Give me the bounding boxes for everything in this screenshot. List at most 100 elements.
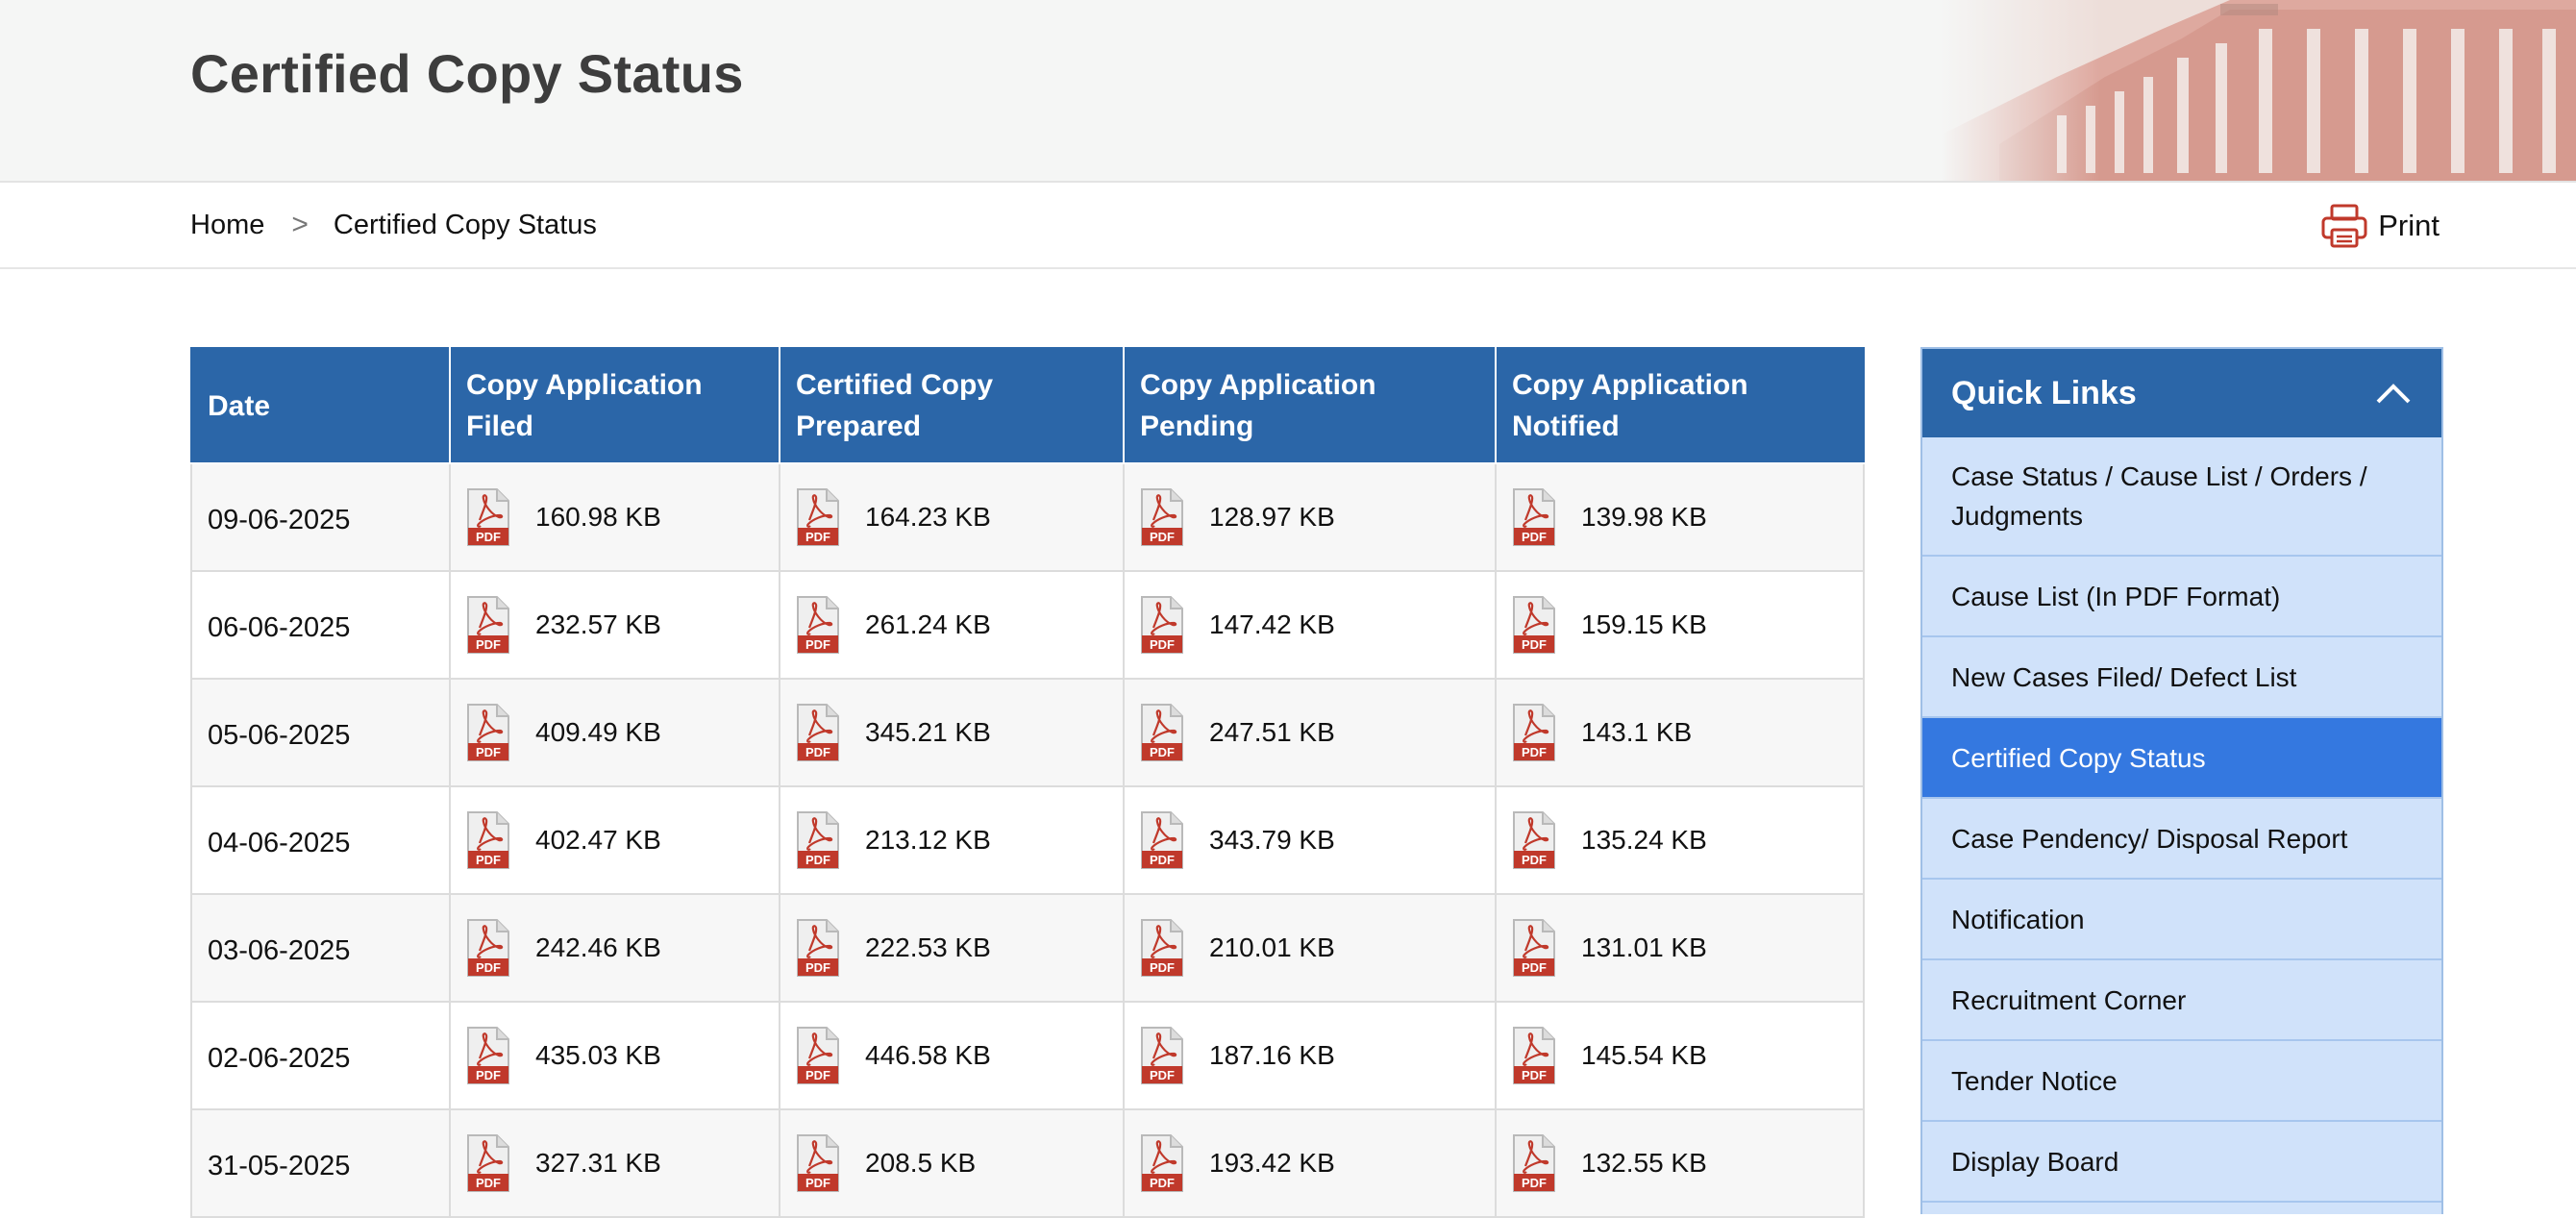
svg-text:PDF: PDF <box>1522 853 1547 867</box>
date-cell: 31-05-2025 <box>190 1108 451 1218</box>
pdf-file-icon: PDF <box>467 1027 509 1084</box>
pending-cell: PDF 193.42 KB <box>1123 1108 1497 1218</box>
pdf-download-link[interactable]: PDF 193.42 KB <box>1140 1133 1479 1193</box>
table-row: 04-06-2025 PDF 402.47 KB PDF 213.12 KB PDF 343… <box>190 785 1865 895</box>
date-cell: 02-06-2025 <box>190 1001 451 1110</box>
quick-link-item[interactable]: Notification <box>1922 880 2441 960</box>
pdf-download-link[interactable]: PDF 435.03 KB <box>466 1026 763 1085</box>
quick-link-item[interactable]: Case Status / Cause List / Orders / Judg… <box>1922 437 2441 557</box>
pdf-download-link[interactable]: PDF 446.58 KB <box>796 1026 1107 1085</box>
pdf-download-link[interactable]: PDF 242.46 KB <box>466 918 763 978</box>
pdf-download-link[interactable]: PDF 343.79 KB <box>1140 810 1479 870</box>
svg-text:PDF: PDF <box>1522 637 1547 652</box>
quick-link-item[interactable]: New Cases Filed/ Defect List <box>1922 637 2441 718</box>
filed-cell: PDF 232.57 KB <box>449 570 780 680</box>
quick-link-item[interactable]: Display Board <box>1922 1122 2441 1203</box>
pdf-file-icon: PDF <box>797 596 839 654</box>
pending-cell: PDF 147.42 KB <box>1123 570 1497 680</box>
svg-text:PDF: PDF <box>805 960 830 975</box>
breadcrumb-current: Certified Copy Status <box>333 209 597 240</box>
file-size: 222.53 KB <box>865 932 991 962</box>
pdf-download-link[interactable]: PDF 327.31 KB <box>466 1133 763 1193</box>
pdf-download-link[interactable]: PDF 402.47 KB <box>466 810 763 870</box>
svg-text:PDF: PDF <box>476 853 501 867</box>
notified-cell: PDF 159.15 KB <box>1495 570 1865 680</box>
pdf-download-link[interactable]: PDF 208.5 KB <box>796 1133 1107 1193</box>
pdf-download-link[interactable]: PDF 159.15 KB <box>1512 595 1847 655</box>
svg-text:PDF: PDF <box>1150 745 1175 759</box>
table-row: 03-06-2025 PDF 242.46 KB PDF 222.53 KB PDF 210… <box>190 893 1865 1003</box>
quick-link-item[interactable]: Case Pendency/ Disposal Report <box>1922 799 2441 880</box>
pending-cell: PDF 128.97 KB <box>1123 462 1497 572</box>
pdf-download-link[interactable]: PDF 232.57 KB <box>466 595 763 655</box>
quick-link-item[interactable]: Cause List (In PDF Format) <box>1922 557 2441 637</box>
notified-cell: PDF 135.24 KB <box>1495 785 1865 895</box>
pdf-file-icon: PDF <box>797 704 839 761</box>
filed-cell: PDF 242.46 KB <box>449 893 780 1003</box>
pdf-download-link[interactable]: PDF 222.53 KB <box>796 918 1107 978</box>
pdf-file-icon: PDF <box>1141 1027 1183 1084</box>
pdf-download-link[interactable]: PDF 409.49 KB <box>466 703 763 762</box>
file-size: 160.98 KB <box>535 502 661 532</box>
pdf-download-link[interactable]: PDF 139.98 KB <box>1512 487 1847 547</box>
pdf-download-link[interactable]: PDF 210.01 KB <box>1140 918 1479 978</box>
quick-link-item[interactable]: Recruitment Corner <box>1922 960 2441 1041</box>
prepared-cell: PDF 164.23 KB <box>779 462 1125 572</box>
pdf-file-icon: PDF <box>467 704 509 761</box>
notified-cell: PDF 145.54 KB <box>1495 1001 1865 1110</box>
file-size: 435.03 KB <box>535 1040 661 1070</box>
pdf-file-icon: PDF <box>467 596 509 654</box>
svg-text:PDF: PDF <box>476 745 501 759</box>
pdf-download-link[interactable]: PDF 164.23 KB <box>796 487 1107 547</box>
printer-icon <box>2321 204 2367 248</box>
file-size: 232.57 KB <box>535 609 661 639</box>
quick-link-item[interactable]: Certified Copy Status <box>1922 718 2441 799</box>
pdf-file-icon: PDF <box>797 1134 839 1192</box>
pdf-file-icon: PDF <box>1513 488 1555 546</box>
quick-link-item[interactable]: Tender Notice <box>1922 1041 2441 1122</box>
pdf-download-link[interactable]: PDF 247.51 KB <box>1140 703 1479 762</box>
pdf-download-link[interactable]: PDF 160.98 KB <box>466 487 763 547</box>
table-row: 09-06-2025 PDF 160.98 KB PDF 164.23 KB PDF 128… <box>190 462 1865 572</box>
page-banner: Certified Copy Status <box>0 0 2576 183</box>
pdf-download-link[interactable]: PDF 145.54 KB <box>1512 1026 1847 1085</box>
quick-links-list: Case Status / Cause List / Orders / Judg… <box>1922 437 2441 1203</box>
pdf-file-icon: PDF <box>467 1134 509 1192</box>
print-button[interactable]: Print <box>2320 202 2440 250</box>
pdf-download-link[interactable]: PDF 135.24 KB <box>1512 810 1847 870</box>
svg-text:PDF: PDF <box>1150 960 1175 975</box>
pdf-download-link[interactable]: PDF 132.55 KB <box>1512 1133 1847 1193</box>
pdf-download-link[interactable]: PDF 147.42 KB <box>1140 595 1479 655</box>
pdf-download-link[interactable]: PDF 128.97 KB <box>1140 487 1479 547</box>
file-size: 343.79 KB <box>1209 825 1335 855</box>
svg-text:PDF: PDF <box>805 637 830 652</box>
quick-links-header[interactable]: Quick Links <box>1922 349 2441 437</box>
prepared-cell: PDF 261.24 KB <box>779 570 1125 680</box>
svg-text:PDF: PDF <box>476 530 501 544</box>
pdf-download-link[interactable]: PDF 131.01 KB <box>1512 918 1847 978</box>
pdf-file-icon: PDF <box>797 919 839 977</box>
pdf-file-icon: PDF <box>1513 704 1555 761</box>
svg-text:PDF: PDF <box>476 1068 501 1082</box>
svg-text:PDF: PDF <box>1150 637 1175 652</box>
pdf-download-link[interactable]: PDF 187.16 KB <box>1140 1026 1479 1085</box>
file-size: 247.51 KB <box>1209 717 1335 747</box>
pdf-file-icon: PDF <box>1513 919 1555 977</box>
pdf-file-icon: PDF <box>1141 704 1183 761</box>
pending-cell: PDF 247.51 KB <box>1123 678 1497 787</box>
svg-text:PDF: PDF <box>1150 530 1175 544</box>
certified-copy-table-wrapper: Date Copy Application Filed Certified Co… <box>190 347 1865 1218</box>
breadcrumb-home-link[interactable]: Home <box>190 210 264 241</box>
pdf-download-link[interactable]: PDF 143.1 KB <box>1512 703 1847 762</box>
pdf-download-link[interactable]: PDF 213.12 KB <box>796 810 1107 870</box>
column-header-filed: Copy Application Filed <box>449 347 780 464</box>
file-size: 402.47 KB <box>535 825 661 855</box>
svg-text:PDF: PDF <box>1150 1068 1175 1082</box>
svg-text:PDF: PDF <box>805 853 830 867</box>
print-label: Print <box>2378 209 2440 242</box>
pdf-download-link[interactable]: PDF 261.24 KB <box>796 595 1107 655</box>
svg-text:PDF: PDF <box>476 960 501 975</box>
table-row: 06-06-2025 PDF 232.57 KB PDF 261.24 KB PDF 147… <box>190 570 1865 680</box>
breadcrumb-bar: Home > Certified Copy Status Print <box>0 183 2576 269</box>
pdf-download-link[interactable]: PDF 345.21 KB <box>796 703 1107 762</box>
